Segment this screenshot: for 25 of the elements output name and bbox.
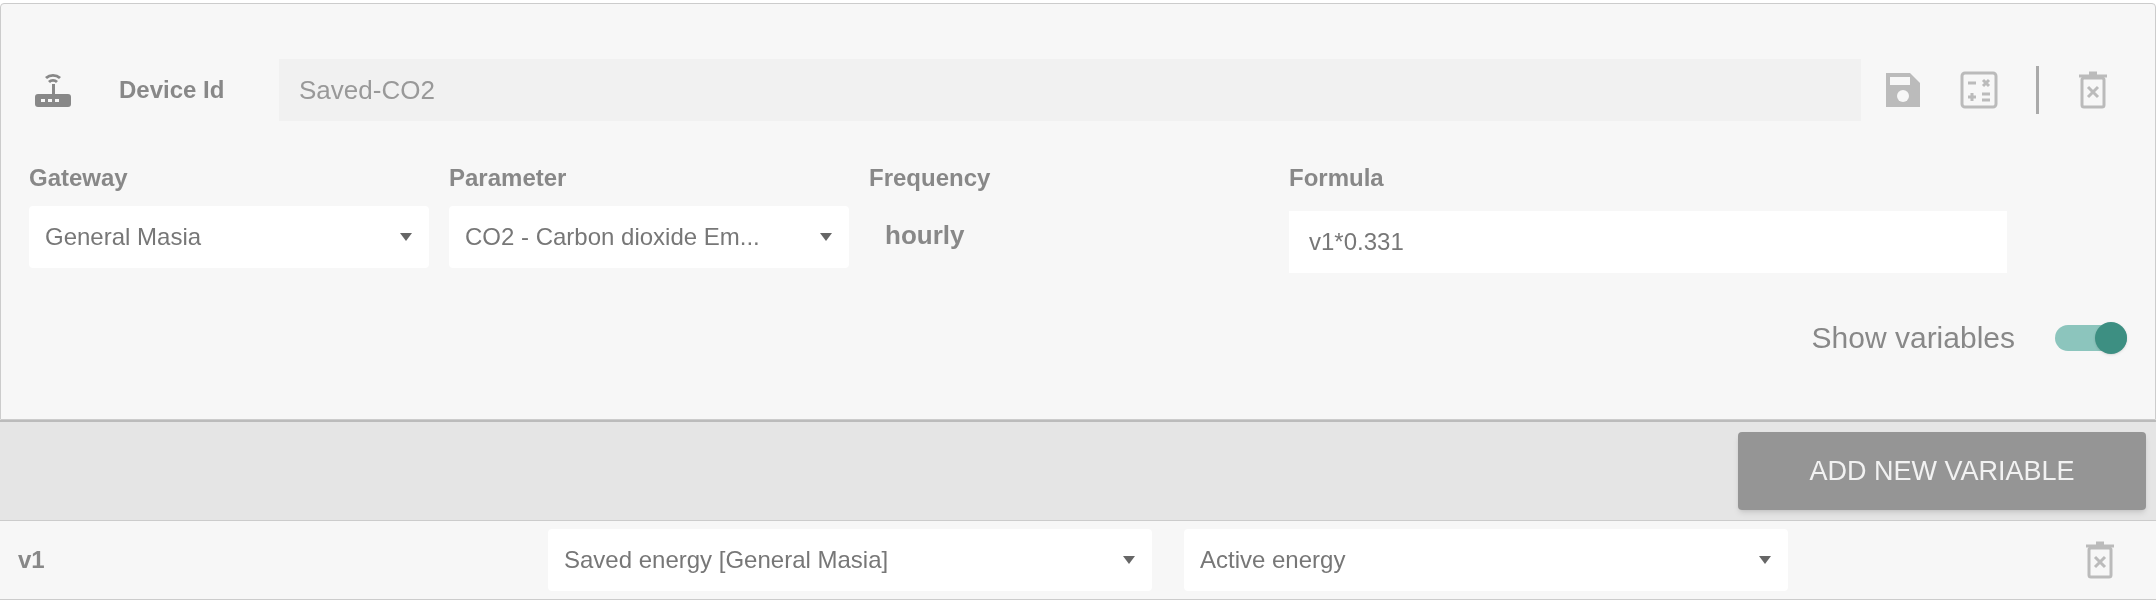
field-label: Gateway xyxy=(29,163,129,193)
field-label: Frequency xyxy=(869,163,992,193)
field-label: Formula xyxy=(1289,163,1385,193)
formula-field[interactable]: v1*0.331 xyxy=(1289,211,2007,273)
trash-icon[interactable] xyxy=(2084,540,2116,580)
router-icon xyxy=(33,71,73,109)
frequency-value: hourly xyxy=(885,219,966,252)
variable-name: v1 xyxy=(18,545,46,575)
dropdown[interactable]: Active energy xyxy=(1184,529,1788,591)
dropdown[interactable]: Saved energy [General Masia] xyxy=(548,529,1152,591)
device-id-field[interactable]: Saved-CO2 xyxy=(279,59,1861,121)
caret-icon xyxy=(1758,555,1772,565)
caret-icon xyxy=(819,232,833,242)
device-id-label: Device Id xyxy=(119,75,226,105)
calculator-icon[interactable] xyxy=(1960,71,1998,109)
dropdown[interactable]: General Masia xyxy=(29,206,429,268)
trash-icon[interactable] xyxy=(2077,70,2109,110)
field-label: Parameter xyxy=(449,163,568,193)
dropdown[interactable]: CO2 - Carbon dioxide Em... xyxy=(449,206,849,268)
caret-icon xyxy=(399,232,413,242)
caret-icon xyxy=(1122,555,1136,565)
add-variable-button[interactable]: ADD NEW VARIABLE xyxy=(1738,432,2146,510)
toggle-switch[interactable] xyxy=(2055,324,2127,351)
show-variables-label: Show variables xyxy=(1811,320,2015,356)
save-icon[interactable] xyxy=(1884,71,1922,109)
